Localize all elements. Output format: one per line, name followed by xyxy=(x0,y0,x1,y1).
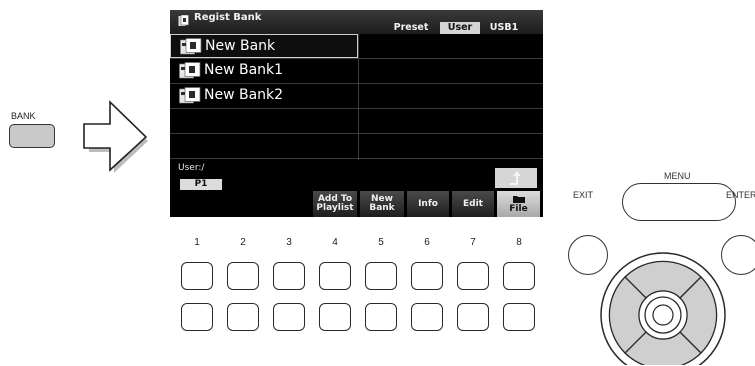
soft-button-number: 6 xyxy=(424,237,430,248)
soft-button-7-lower[interactable] xyxy=(457,303,489,331)
bank-button-label: BANK xyxy=(11,111,36,121)
screen-title-bar: Regist Bank Preset User USB1 xyxy=(170,10,543,34)
tab-user[interactable]: User xyxy=(440,22,480,34)
screen-title: Regist Bank xyxy=(194,12,262,23)
soft-button-4-upper[interactable] xyxy=(319,262,351,290)
soft-button-1-upper[interactable] xyxy=(181,262,213,290)
soft-button-8-upper[interactable] xyxy=(503,262,535,290)
empty-list-slot xyxy=(170,134,543,159)
bank-file-icon xyxy=(179,62,201,79)
bank-button[interactable] xyxy=(9,124,55,148)
soft-button-6-upper[interactable] xyxy=(411,262,443,290)
soft-button-number: 5 xyxy=(378,237,384,248)
tab-usb1[interactable]: USB1 xyxy=(484,22,524,34)
bank-name: New Bank2 xyxy=(204,87,284,103)
menu-label: MENU xyxy=(664,171,691,181)
menu-button[interactable] xyxy=(622,183,736,221)
soft-button-number: 1 xyxy=(194,237,200,248)
list-column-divider xyxy=(358,34,359,160)
soft-button-number: 2 xyxy=(240,237,246,248)
soft-button-3-lower[interactable] xyxy=(273,303,305,331)
add-to-playlist-button[interactable]: Add To Playlist xyxy=(312,191,357,217)
enter-label: ENTER xyxy=(726,190,755,200)
info-button[interactable]: Info xyxy=(406,191,449,217)
edit-button[interactable]: Edit xyxy=(451,191,494,217)
soft-button-7-upper[interactable] xyxy=(457,262,489,290)
file-button-label: File xyxy=(509,203,528,214)
file-list-item[interactable]: New Bank1 xyxy=(170,59,543,84)
soft-button-3-upper[interactable] xyxy=(273,262,305,290)
registration-bank-icon xyxy=(178,15,189,26)
soft-button-number: 8 xyxy=(516,237,522,248)
soft-button-number: 3 xyxy=(286,237,292,248)
function-button-bar: Add To Playlist New Bank Info Edit File xyxy=(170,191,543,217)
tab-preset[interactable]: Preset xyxy=(388,22,434,34)
page-indicator[interactable]: P1 xyxy=(180,179,222,190)
arrow-right-icon xyxy=(83,100,148,173)
soft-button-number: 7 xyxy=(470,237,476,248)
bank-file-icon xyxy=(180,38,202,55)
file-list-item[interactable]: New Bank2 xyxy=(170,84,543,109)
up-arrow-icon xyxy=(510,171,521,185)
soft-button-6-lower[interactable] xyxy=(411,303,443,331)
soft-button-5-lower[interactable] xyxy=(365,303,397,331)
soft-button-4-lower[interactable] xyxy=(319,303,351,331)
soft-button-2-lower[interactable] xyxy=(227,303,259,331)
exit-label: EXIT xyxy=(573,190,594,200)
data-dial[interactable] xyxy=(598,250,728,365)
bank-name: New Bank xyxy=(205,38,276,54)
bank-name: New Bank1 xyxy=(204,62,284,78)
empty-list-slot xyxy=(170,109,543,134)
current-path: User:/ xyxy=(178,163,205,173)
file-list-item[interactable]: New Bank xyxy=(170,34,543,59)
soft-button-1-lower[interactable] xyxy=(181,303,213,331)
new-bank-button[interactable]: New Bank xyxy=(359,191,404,217)
file-button[interactable]: File xyxy=(496,191,540,217)
bank-file-icon xyxy=(179,87,201,104)
soft-button-8-lower[interactable] xyxy=(503,303,535,331)
lcd-screen: Regist Bank Preset User USB1 New Bank Ne… xyxy=(170,10,543,217)
up-folder-button[interactable] xyxy=(495,168,537,188)
folder-icon xyxy=(512,195,525,203)
soft-button-2-upper[interactable] xyxy=(227,262,259,290)
soft-button-number: 4 xyxy=(332,237,338,248)
soft-button-5-upper[interactable] xyxy=(365,262,397,290)
